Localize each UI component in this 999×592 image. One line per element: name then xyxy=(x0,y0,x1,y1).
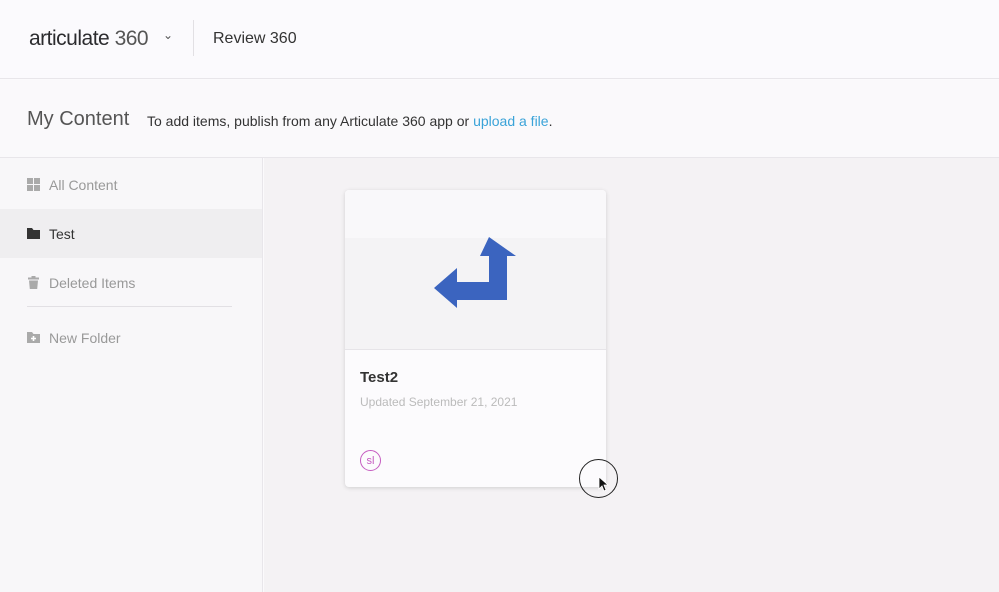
top-bar: articulate 360 ⌄ Review 360 xyxy=(0,0,999,79)
header-hint: To add items, publish from any Articulat… xyxy=(147,113,552,129)
sidebar-item-label: New Folder xyxy=(49,329,121,346)
avatar: sl xyxy=(360,450,381,471)
cursor-highlight xyxy=(579,459,618,498)
hint-suffix: . xyxy=(548,113,553,129)
card-title: Test2 xyxy=(360,369,399,386)
sidebar-item-label: Deleted Items xyxy=(49,274,136,291)
sidebar-item-deleted-items[interactable]: Deleted Items xyxy=(0,258,262,307)
sidebar-item-label: Test xyxy=(49,225,75,242)
app-name: Review 360 xyxy=(213,30,297,47)
logo-number: 360 xyxy=(114,27,149,50)
page-title: My Content xyxy=(27,108,130,130)
sidebar-item-new-folder[interactable]: New Folder xyxy=(0,313,262,362)
mouse-pointer-icon xyxy=(598,476,610,492)
grid-icon xyxy=(27,178,40,191)
folder-plus-icon xyxy=(27,332,40,343)
articulate-logo[interactable]: articulate 360 xyxy=(29,27,149,51)
folder-icon xyxy=(27,228,40,239)
hint-text: To add items, publish from any Articulat… xyxy=(147,113,474,129)
content-header: My Content To add items, publish from an… xyxy=(0,80,999,158)
sidebar-item-test[interactable]: Test xyxy=(0,209,262,258)
chevron-down-icon[interactable]: ⌄ xyxy=(163,28,173,42)
card-thumbnail xyxy=(345,190,606,350)
trash-icon xyxy=(28,276,39,289)
sidebar-divider xyxy=(27,306,232,307)
corner-up-left-arrow-icon xyxy=(434,237,516,308)
sidebar-item-label: All Content xyxy=(49,176,118,193)
content-card[interactable]: Test2 Updated September 21, 2021 sl xyxy=(345,190,606,487)
sidebar: All Content Test Deleted Items New Folde… xyxy=(0,158,263,592)
sidebar-item-all-content[interactable]: All Content xyxy=(0,160,262,209)
card-updated-date: Updated September 21, 2021 xyxy=(360,395,518,409)
upload-file-link[interactable]: upload a file xyxy=(473,113,549,129)
divider xyxy=(193,20,194,56)
logo-word: articulate xyxy=(29,27,110,50)
